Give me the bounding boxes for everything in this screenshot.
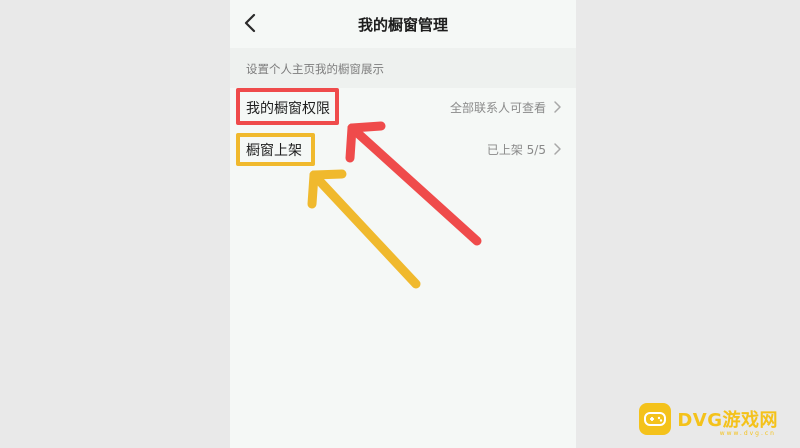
- watermark: DVG游戏网 www.dvg.cn: [639, 402, 778, 437]
- watermark-text: DVG游戏网: [677, 410, 778, 431]
- red-arrow: [345, 121, 482, 246]
- gamepad-icon: [639, 403, 672, 435]
- yellow-arrow: [307, 169, 421, 289]
- annotation-arrows: [307, 121, 482, 289]
- watermark-sub: www.dvg.cn: [719, 430, 776, 437]
